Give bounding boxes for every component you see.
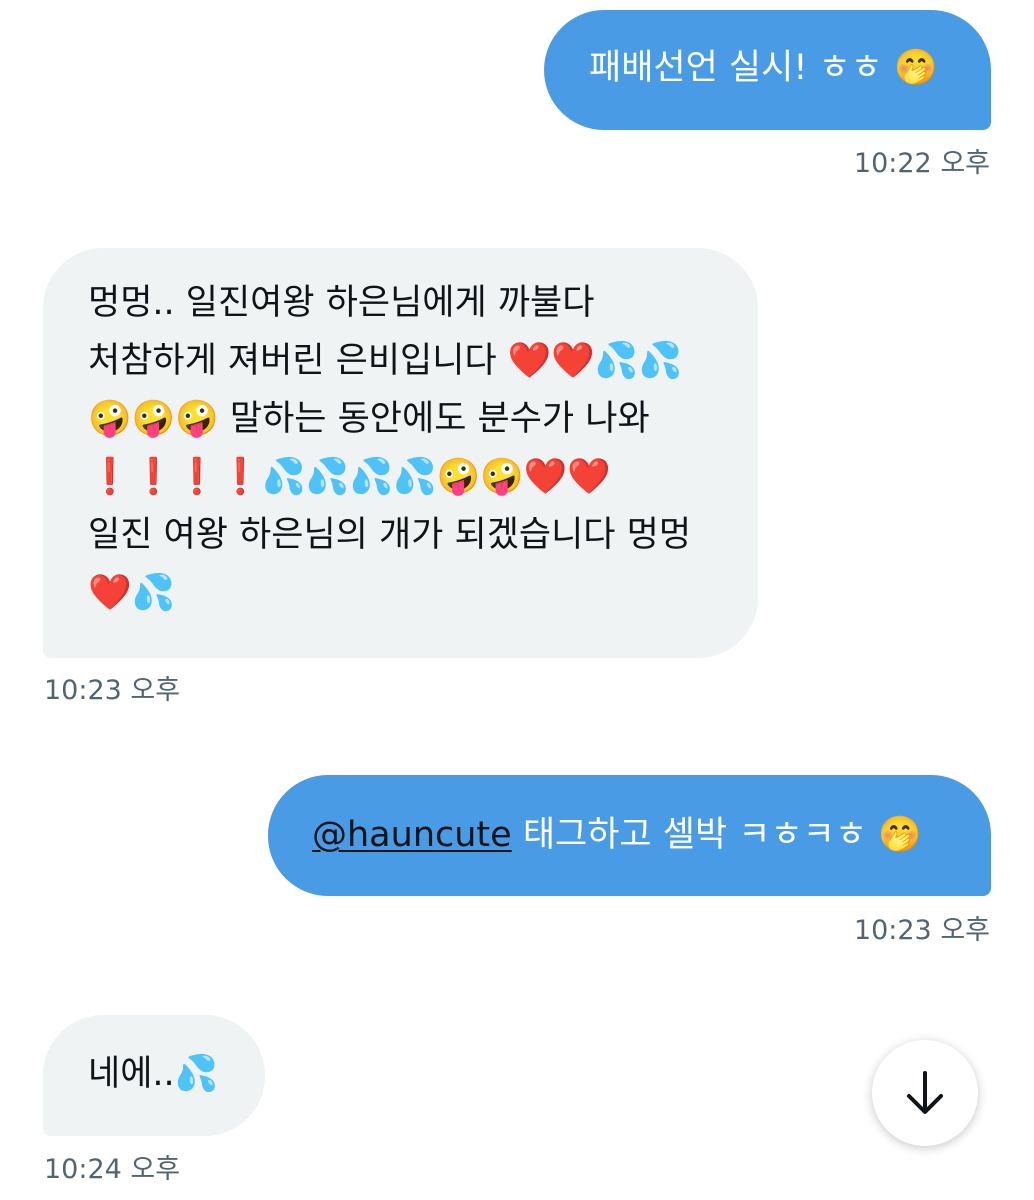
dm-conversation: 패배선언 실시! ㅎㅎ 🤭 10:22 오후 멍멍.. 일진여왕 하은님에게 까…: [0, 0, 1034, 1200]
message-timestamp: 10:22 오후: [853, 148, 990, 179]
mention-link[interactable]: @hauncute: [312, 815, 512, 855]
scroll-to-bottom-button[interactable]: [872, 1040, 978, 1146]
received-message-bubble[interactable]: 멍멍.. 일진여왕 하은님에게 까불다 처참하게 져버린 은비입니다 ❤️❤️💦…: [43, 248, 758, 658]
message-timestamp: 10:23 오후: [853, 915, 990, 946]
arrow-down-icon: [907, 1071, 943, 1114]
received-message-bubble[interactable]: 네에..💦: [43, 1015, 265, 1136]
sent-message-bubble[interactable]: @hauncute 태그하고 셀박 ㅋㅎㅋㅎ 🤭: [268, 775, 991, 896]
message-text-line: 멍멍.. 일진여왕 하은님에게 까불다: [88, 283, 595, 323]
message-text: 태그하고 셀박 ㅋㅎㅋㅎ 🤭: [511, 815, 922, 855]
message-timestamp: 10:23 오후: [44, 675, 181, 706]
message-text-line: ❤️💦: [88, 573, 176, 613]
sent-message-bubble[interactable]: 패배선언 실시! ㅎㅎ 🤭: [544, 10, 991, 130]
message-text: 네에..💦: [88, 1054, 219, 1094]
message-text-line: 처참하게 져버린 은비입니다 ❤️❤️💦💦: [88, 341, 683, 381]
message-text-line: ❗❗❗❗💦💦💦💦🤪🤪❤️❤️: [88, 457, 611, 497]
message-text: 패배선언 실시! ㅎㅎ 🤭: [589, 48, 938, 88]
message-text-line: 일진 여왕 하은님의 개가 되겠습니다 멍멍: [88, 515, 692, 555]
message-timestamp: 10:24 오후: [44, 1154, 181, 1185]
message-text-line: 🤪🤪🤪 말하는 동안에도 분수가 나와: [88, 399, 650, 439]
